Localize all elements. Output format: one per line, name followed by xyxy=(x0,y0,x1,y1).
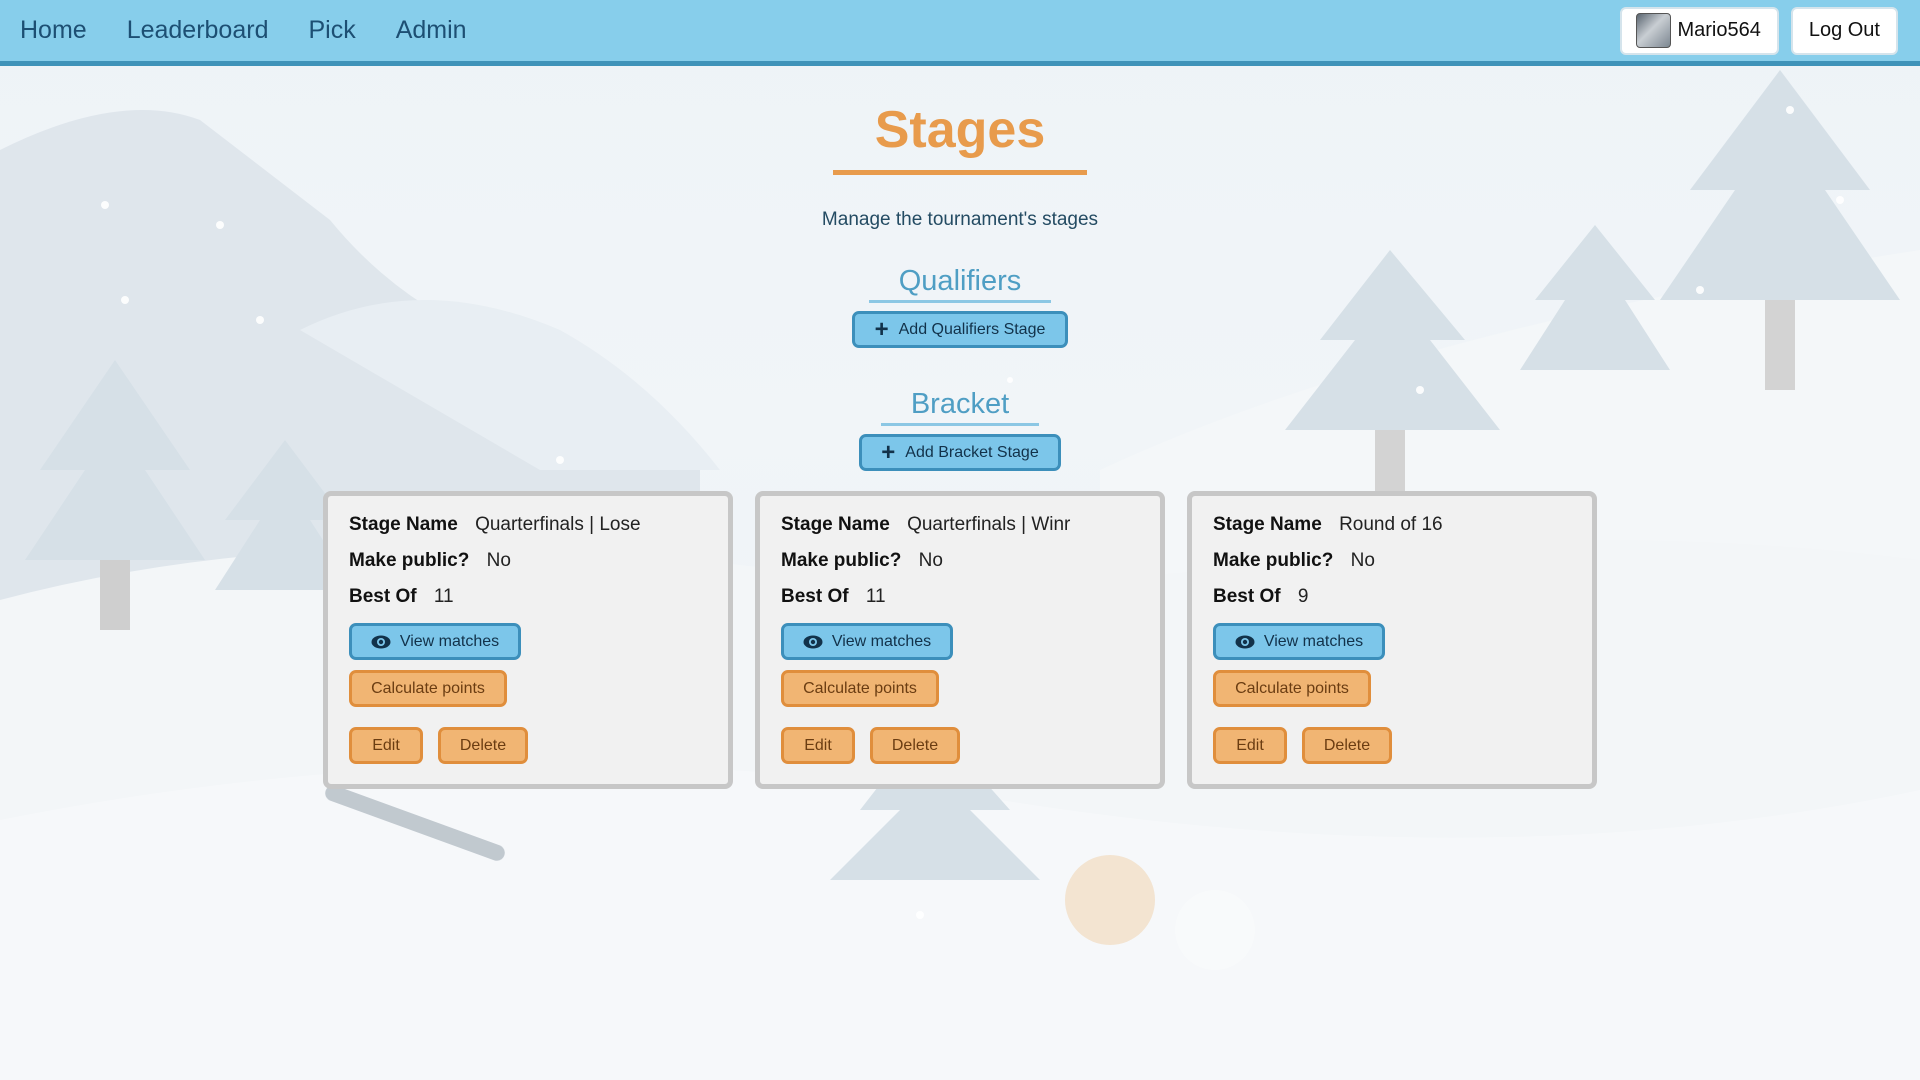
delete-button[interactable]: Delete xyxy=(1302,727,1392,764)
user-profile-button[interactable]: Mario564 xyxy=(1620,6,1779,55)
stage-card: Stage Name Quarterfinals | Winr Make pub… xyxy=(755,491,1165,789)
stage-card: Stage Name Round of 16 Make public? No B… xyxy=(1187,491,1597,789)
delete-button[interactable]: Delete xyxy=(870,727,960,764)
logout-button[interactable]: Log Out xyxy=(1790,6,1898,55)
page-subtitle: Manage the tournament's stages xyxy=(821,209,1099,230)
calculate-points-button[interactable]: Calculate points xyxy=(1213,670,1371,707)
best-of-label: Best Of xyxy=(781,586,849,607)
card-actions: Edit Delete xyxy=(349,727,728,764)
make-public-value: No xyxy=(486,550,511,571)
stage-name-value: Quarterfinals | Lose xyxy=(475,514,641,535)
add-qualifiers-stage-label: Add Qualifiers Stage xyxy=(898,320,1046,338)
best-of-row: Best Of 11 xyxy=(349,586,709,608)
view-matches-button[interactable]: View matches xyxy=(349,623,521,660)
nav-pick-link[interactable]: Pick xyxy=(308,16,355,45)
best-of-label: Best Of xyxy=(349,586,417,607)
edit-button[interactable]: Edit xyxy=(349,727,423,764)
best-of-row: Best Of 9 xyxy=(1213,586,1573,608)
eye-icon xyxy=(1235,635,1255,649)
make-public-label: Make public? xyxy=(1213,550,1334,571)
stage-card: Stage Name Quarterfinals | Lose Make pub… xyxy=(323,491,733,789)
eye-icon xyxy=(371,635,391,649)
card-actions: Edit Delete xyxy=(781,727,1160,764)
best-of-value: 11 xyxy=(433,586,454,607)
avatar xyxy=(1636,13,1672,48)
nav-home-link[interactable]: Home xyxy=(20,16,87,45)
edit-button[interactable]: Edit xyxy=(781,727,855,764)
eye-icon xyxy=(803,635,823,649)
stage-name-row: Stage Name Round of 16 xyxy=(1213,514,1573,536)
stage-name-label: Stage Name xyxy=(1213,514,1322,535)
calculate-points-button[interactable]: Calculate points xyxy=(349,670,507,707)
bracket-heading: Bracket xyxy=(880,388,1040,426)
view-matches-label: View matches xyxy=(399,632,500,650)
qualifiers-heading: Qualifiers xyxy=(868,265,1052,303)
edit-button[interactable]: Edit xyxy=(1213,727,1287,764)
add-bracket-stage-button[interactable]: + Add Bracket Stage xyxy=(859,434,1061,471)
plus-icon: + xyxy=(881,438,896,466)
stage-name-value: Round of 16 xyxy=(1339,514,1443,535)
nav-links: Home Leaderboard Pick Admin xyxy=(0,16,507,45)
best-of-row: Best Of 11 xyxy=(781,586,1141,608)
calculate-points-button[interactable]: Calculate points xyxy=(781,670,939,707)
plus-icon: + xyxy=(874,315,889,343)
stage-name-label: Stage Name xyxy=(781,514,890,535)
make-public-row: Make public? No xyxy=(1213,550,1573,572)
view-matches-button[interactable]: View matches xyxy=(1213,623,1385,660)
nav-leaderboard-link[interactable]: Leaderboard xyxy=(127,16,269,45)
add-bracket-stage-label: Add Bracket Stage xyxy=(905,443,1039,461)
make-public-value: No xyxy=(1350,550,1375,571)
make-public-label: Make public? xyxy=(781,550,902,571)
view-matches-label: View matches xyxy=(831,632,932,650)
page-title: Stages xyxy=(832,100,1088,175)
navbar: Home Leaderboard Pick Admin Mario564 Log… xyxy=(0,0,1920,66)
view-matches-button[interactable]: View matches xyxy=(781,623,953,660)
best-of-value: 11 xyxy=(865,586,886,607)
stage-name-label: Stage Name xyxy=(349,514,458,535)
stage-name-row: Stage Name Quarterfinals | Winr xyxy=(781,514,1141,536)
best-of-value: 9 xyxy=(1297,586,1309,607)
username: Mario564 xyxy=(1677,19,1761,41)
make-public-value: No xyxy=(918,550,943,571)
make-public-row: Make public? No xyxy=(349,550,709,572)
best-of-label: Best Of xyxy=(1213,586,1281,607)
main-content: Stages Manage the tournament's stages Qu… xyxy=(0,66,1920,789)
view-matches-label: View matches xyxy=(1263,632,1364,650)
card-actions: Edit Delete xyxy=(1213,727,1592,764)
stage-name-value: Quarterfinals | Winr xyxy=(907,514,1071,535)
add-qualifiers-stage-button[interactable]: + Add Qualifiers Stage xyxy=(852,311,1068,348)
make-public-row: Make public? No xyxy=(781,550,1141,572)
nav-admin-link[interactable]: Admin xyxy=(396,16,467,45)
make-public-label: Make public? xyxy=(349,550,470,571)
stage-cards: Stage Name Quarterfinals | Lose Make pub… xyxy=(0,491,1920,789)
nav-user-area: Mario564 Log Out xyxy=(1620,6,1920,55)
stage-name-row: Stage Name Quarterfinals | Lose xyxy=(349,514,709,536)
delete-button[interactable]: Delete xyxy=(438,727,528,764)
